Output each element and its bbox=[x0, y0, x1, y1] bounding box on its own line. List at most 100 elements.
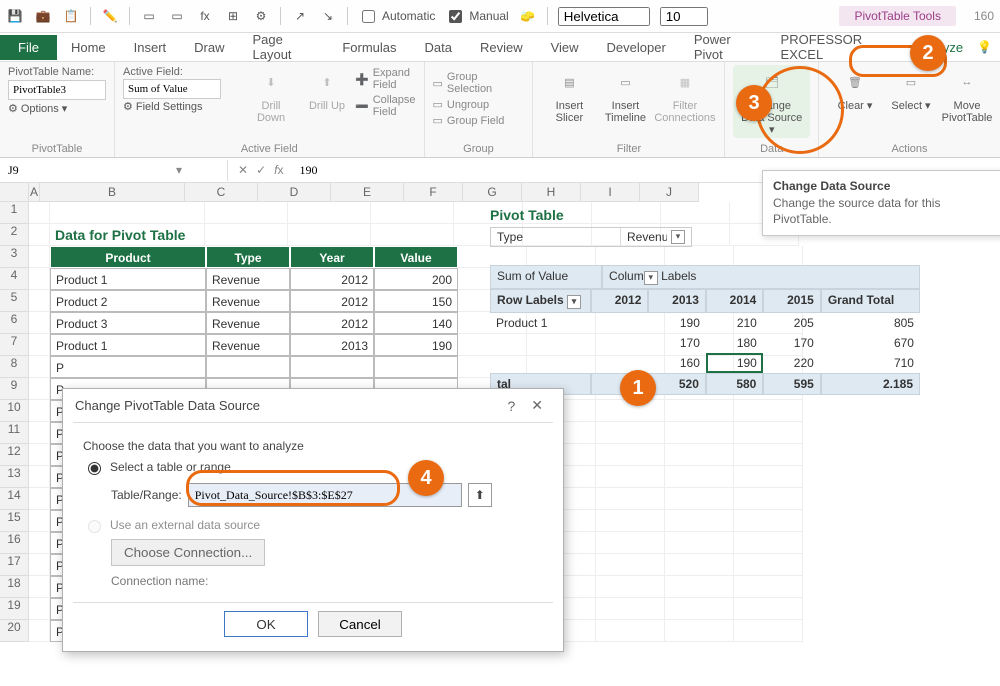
cell[interactable] bbox=[665, 488, 734, 510]
row-header[interactable]: 18 bbox=[0, 576, 29, 598]
row-dropdown-icon[interactable]: ▾ bbox=[567, 295, 581, 309]
cell[interactable]: 2012 bbox=[290, 268, 374, 290]
manual-checkbox[interactable]: Manual bbox=[445, 7, 508, 26]
cell[interactable] bbox=[734, 466, 803, 488]
cell[interactable] bbox=[665, 510, 734, 532]
collapse-field-button[interactable]: ➖ Collapse Field bbox=[355, 94, 416, 118]
cell[interactable] bbox=[50, 202, 205, 224]
cell[interactable]: Product 3 bbox=[50, 312, 206, 334]
row-header[interactable]: 14 bbox=[0, 488, 29, 510]
cell[interactable] bbox=[29, 378, 50, 400]
cell[interactable]: Revenue bbox=[206, 290, 290, 312]
cell[interactable]: 2013 bbox=[290, 334, 374, 356]
field-settings-button[interactable]: ⚙ Field Settings bbox=[123, 100, 243, 113]
pivot-row-label-cell[interactable]: Product 1 bbox=[490, 313, 592, 333]
font-size-combo[interactable] bbox=[660, 7, 708, 26]
tab-home[interactable]: Home bbox=[57, 35, 120, 60]
cell[interactable] bbox=[29, 224, 50, 246]
pivot-value-cell[interactable]: 160 bbox=[649, 353, 706, 373]
row-header[interactable]: 4 bbox=[0, 268, 29, 290]
cell[interactable] bbox=[371, 202, 454, 224]
col-header[interactable]: D bbox=[258, 183, 331, 202]
cell[interactable] bbox=[29, 620, 50, 642]
cell[interactable] bbox=[596, 422, 665, 444]
save-icon[interactable]: 💾 bbox=[6, 7, 24, 25]
cell[interactable] bbox=[29, 488, 50, 510]
column-dropdown-icon[interactable]: ▾ bbox=[644, 271, 658, 285]
cell[interactable] bbox=[734, 554, 803, 576]
row-header[interactable]: 6 bbox=[0, 312, 29, 334]
pivot-value-cell[interactable]: 170 bbox=[763, 333, 820, 353]
cell[interactable]: Product 2 bbox=[50, 290, 206, 312]
insert-timeline-button[interactable]: ▭ Insert Timeline bbox=[597, 65, 653, 126]
cell[interactable] bbox=[29, 246, 50, 268]
cell[interactable] bbox=[29, 422, 50, 444]
pivot-value-cell[interactable]: 170 bbox=[649, 333, 706, 353]
automatic-checkbox[interactable]: Automatic bbox=[358, 7, 435, 26]
untrace-icon[interactable]: ↘ bbox=[319, 7, 337, 25]
cell[interactable] bbox=[665, 620, 734, 642]
enter-formula-icon[interactable]: ✓ bbox=[256, 163, 266, 177]
pivot-value-cell[interactable]: 210 bbox=[706, 313, 763, 333]
row-header[interactable]: 19 bbox=[0, 598, 29, 620]
cell[interactable]: 190 bbox=[374, 334, 458, 356]
cell[interactable] bbox=[665, 554, 734, 576]
pivot-value-cell[interactable]: 580 bbox=[706, 373, 763, 395]
tab-developer[interactable]: Developer bbox=[593, 35, 680, 60]
row-header[interactable]: 20 bbox=[0, 620, 29, 642]
tab-view[interactable]: View bbox=[537, 35, 593, 60]
pivot-row-label-cell[interactable] bbox=[490, 353, 592, 373]
row-header[interactable]: 17 bbox=[0, 554, 29, 576]
row-header[interactable]: 5 bbox=[0, 290, 29, 312]
external-data-option[interactable]: Use an external data source bbox=[83, 517, 543, 533]
cell[interactable] bbox=[29, 598, 50, 620]
cell[interactable]: Year bbox=[290, 246, 374, 268]
insert-slicer-button[interactable]: ▤ Insert Slicer bbox=[541, 65, 597, 126]
trace-icon[interactable]: ↗ bbox=[291, 7, 309, 25]
cell[interactable] bbox=[29, 202, 50, 224]
iferror-icon[interactable]: ⚙ bbox=[252, 7, 270, 25]
tab-data[interactable]: Data bbox=[411, 35, 466, 60]
ok-button[interactable]: OK bbox=[224, 611, 308, 637]
row-header[interactable]: 8 bbox=[0, 356, 29, 378]
cell[interactable] bbox=[29, 444, 50, 466]
tab-power-pivot[interactable]: Power Pivot bbox=[680, 27, 767, 67]
row-header[interactable]: 16 bbox=[0, 532, 29, 554]
cell[interactable] bbox=[596, 488, 665, 510]
tab-formulas[interactable]: Formulas bbox=[328, 35, 410, 60]
cell[interactable] bbox=[29, 356, 50, 378]
row-header[interactable]: 15 bbox=[0, 510, 29, 532]
row-header[interactable]: 10 bbox=[0, 400, 29, 422]
pivot-grand-total-cell[interactable]: 670 bbox=[820, 333, 920, 353]
name-box-input[interactable] bbox=[6, 162, 170, 179]
ungroup-button[interactable]: ▭ Ungroup bbox=[433, 98, 525, 111]
cell[interactable] bbox=[665, 422, 734, 444]
cell[interactable] bbox=[29, 532, 50, 554]
row-header[interactable]: 13 bbox=[0, 466, 29, 488]
help-icon[interactable]: ? bbox=[499, 398, 523, 414]
tab-file[interactable]: File bbox=[0, 35, 57, 60]
cell[interactable] bbox=[29, 466, 50, 488]
cell[interactable]: Product 1 bbox=[50, 268, 206, 290]
pivot-value-cell[interactable]: 180 bbox=[706, 333, 763, 353]
cell[interactable] bbox=[665, 444, 734, 466]
row-header[interactable]: 2 bbox=[0, 224, 29, 246]
filter-dropdown-icon[interactable]: ▾ bbox=[671, 230, 685, 244]
cell[interactable] bbox=[734, 532, 803, 554]
cell[interactable]: Product 1 bbox=[50, 334, 206, 356]
cell[interactable] bbox=[205, 202, 288, 224]
row-header[interactable]: 1 bbox=[0, 202, 29, 224]
cell[interactable] bbox=[734, 444, 803, 466]
pivot-value-cell[interactable]: 520 bbox=[648, 373, 705, 395]
group-field-button[interactable]: ▭ Group Field bbox=[433, 114, 525, 127]
cell[interactable] bbox=[734, 576, 803, 598]
col-header[interactable]: E bbox=[331, 183, 404, 202]
pivot-value-cell[interactable]: 190 bbox=[706, 353, 763, 373]
name-box[interactable]: ▾ bbox=[0, 160, 228, 181]
col-header[interactable]: B bbox=[40, 183, 185, 202]
cell[interactable] bbox=[596, 444, 665, 466]
row-header[interactable]: 12 bbox=[0, 444, 29, 466]
cell[interactable]: 140 bbox=[374, 312, 458, 334]
cell[interactable]: Revenue bbox=[206, 268, 290, 290]
col-header[interactable]: A bbox=[29, 183, 40, 202]
